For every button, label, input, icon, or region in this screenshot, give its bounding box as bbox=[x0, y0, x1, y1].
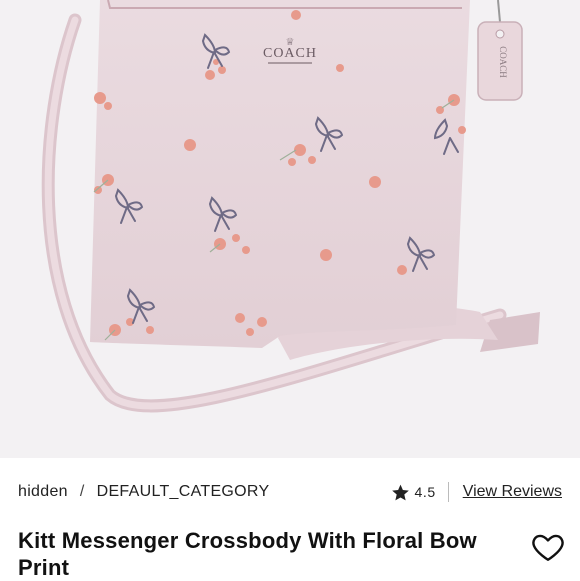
rating: 4.5 View Reviews bbox=[391, 482, 562, 502]
divider bbox=[447, 482, 449, 502]
svg-text:COACH: COACH bbox=[498, 46, 508, 78]
title-row: Kitt Messenger Crossbody With Floral Bow… bbox=[18, 527, 566, 581]
view-reviews-link[interactable]: View Reviews bbox=[463, 483, 562, 501]
breadcrumb-separator: / bbox=[79, 483, 85, 500]
svg-text:COACH: COACH bbox=[263, 46, 317, 61]
product-meta-row: hidden / DEFAULT_CATEGORY 4.5 View Revie… bbox=[18, 480, 562, 504]
bag-illustration: COACH ♕ COACH bbox=[41, 0, 540, 413]
star-icon bbox=[391, 483, 410, 502]
breadcrumb: hidden / DEFAULT_CATEGORY bbox=[18, 483, 269, 501]
heart-outline-icon[interactable] bbox=[530, 529, 566, 565]
breadcrumb-item-home[interactable]: hidden bbox=[18, 483, 68, 501]
rating-value: 4.5 bbox=[414, 484, 436, 500]
breadcrumb-item-category[interactable]: DEFAULT_CATEGORY bbox=[97, 483, 270, 501]
product-title: Kitt Messenger Crossbody With Floral Bow… bbox=[18, 528, 477, 580]
product-image[interactable]: COACH ♕ COACH bbox=[0, 0, 580, 458]
